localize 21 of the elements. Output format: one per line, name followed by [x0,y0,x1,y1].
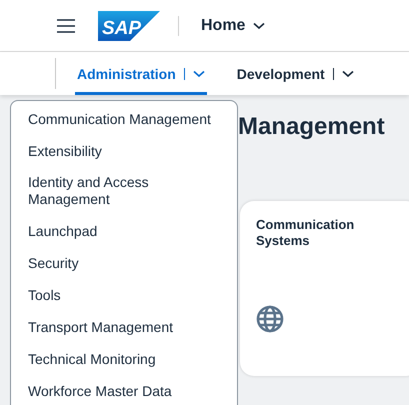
home-dropdown[interactable]: Home [201,16,266,34]
menu-item[interactable]: Security [11,247,237,279]
menu-item[interactable]: Identity and Access Management [11,167,237,215]
menu-item[interactable]: Launchpad [11,215,237,247]
caret-icon [192,70,205,78]
menu-item[interactable]: Technical Monitoring [11,343,237,375]
caret-icon [253,22,266,30]
caret-icon [342,70,354,78]
app-tile[interactable]: Communication Systems [240,201,409,376]
tile-title: Communication Systems [256,217,356,249]
menu-item[interactable]: Transport Management [11,311,237,343]
menu-item[interactable]: Tools [11,279,237,311]
menu-item[interactable]: Extensibility [11,135,237,167]
globe-icon [256,305,284,333]
menu-item[interactable]: Workforce Master Data [11,375,237,405]
menu-icon [57,18,75,32]
tab[interactable]: Administration [75,52,207,95]
logo: SAP [98,10,160,40]
tab[interactable]: Development [234,52,356,95]
menu-item[interactable]: Communication Management [11,103,237,135]
page-heading: Management [238,113,386,141]
